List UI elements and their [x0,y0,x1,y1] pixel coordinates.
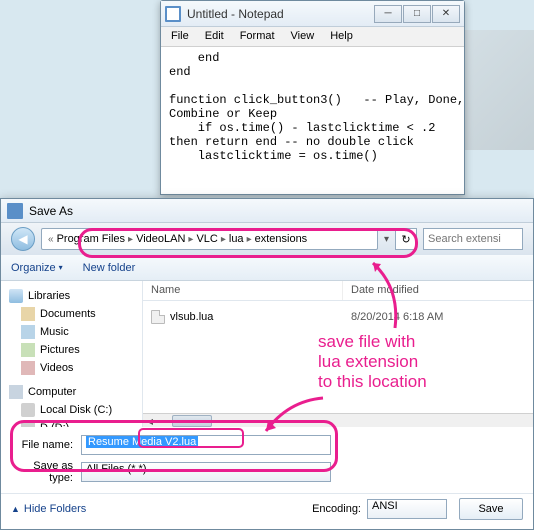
filename-input[interactable]: Resume Media V2.lua [81,435,331,455]
notepad-titlebar[interactable]: Untitled - Notepad ─ □ ✕ [161,1,464,27]
menu-format[interactable]: Format [232,27,283,46]
tree-d[interactable]: D (D:) [5,419,138,427]
save-fields: File name: Resume Media V2.lua Save as t… [1,427,533,493]
breadcrumb-item[interactable]: lua [229,233,244,245]
file-date: 8/20/2014 6:18 AM [343,308,533,326]
notepad-textarea[interactable]: end end function click_button3() -- Play… [161,47,464,196]
breadcrumb[interactable]: « Program Files ▸ VideoLAN ▸ VLC ▸ lua ▸… [41,228,378,250]
menu-view[interactable]: View [283,27,323,46]
saveastype-label: Save as type: [11,460,81,484]
saveas-title: Save As [29,204,73,218]
menu-file[interactable]: File [163,27,197,46]
close-button[interactable]: ✕ [432,5,460,23]
tree-documents[interactable]: Documents [5,305,138,323]
saveas-toolbar: Organize ▾ New folder [1,255,533,281]
notepad-title: Untitled - Notepad [187,7,374,21]
disk-icon [21,421,35,427]
breadcrumb-item[interactable]: Program Files [57,233,125,245]
music-icon [21,325,35,339]
breadcrumb-item[interactable]: VLC [196,233,217,245]
refresh-button[interactable]: ↻ [395,228,417,250]
nav-back-button[interactable]: ◀ [11,227,35,251]
hide-folders-button[interactable]: ▲ Hide Folders [11,503,86,515]
libraries-icon [9,289,23,303]
col-date[interactable]: Date modified [343,281,533,300]
menu-help[interactable]: Help [322,27,361,46]
list-header: Name Date modified [143,281,533,301]
file-name: vlsub.lua [170,311,213,323]
list-item[interactable]: vlsub.lua 8/20/2014 6:18 AM [143,305,533,329]
search-input[interactable] [423,228,523,250]
notepad-icon [165,6,181,22]
annotation-text: save file with lua extension to this loc… [318,332,427,392]
col-name[interactable]: Name [143,281,343,300]
disk-icon [21,403,35,417]
tree-pictures[interactable]: Pictures [5,341,138,359]
filename-label: File name: [11,439,81,451]
saveas-titlebar[interactable]: Save As [1,199,533,223]
menu-edit[interactable]: Edit [197,27,232,46]
encoding-label: Encoding: [312,503,361,515]
navigation-bar: ◀ « Program Files ▸ VideoLAN ▸ VLC ▸ lua… [1,223,533,255]
computer-icon [9,385,23,399]
file-icon [151,310,165,324]
newfolder-button[interactable]: New folder [83,262,136,274]
videos-icon [21,361,35,375]
saveas-dialog: Save As ◀ « Program Files ▸ VideoLAN ▸ V… [0,198,534,530]
notepad-window: Untitled - Notepad ─ □ ✕ File Edit Forma… [160,0,465,195]
tree-local-c[interactable]: Local Disk (C:) [5,401,138,419]
saveas-footer: ▲ Hide Folders Encoding: ANSI Save [1,493,533,528]
tree-libraries[interactable]: Libraries [5,287,138,305]
horizontal-scrollbar[interactable]: ◀ [143,413,533,427]
tree-music[interactable]: Music [5,323,138,341]
encoding-select[interactable]: ANSI [367,499,447,519]
saveas-icon [7,203,23,219]
notepad-menubar: File Edit Format View Help [161,27,464,47]
pictures-icon [21,343,35,357]
tree-videos[interactable]: Videos [5,359,138,377]
organize-button[interactable]: Organize ▾ [11,262,63,274]
breadcrumb-item[interactable]: VideoLAN [136,233,185,245]
maximize-button[interactable]: □ [403,5,431,23]
breadcrumb-item[interactable]: extensions [255,233,308,245]
nav-tree: Libraries Documents Music Pictures Video… [1,281,143,427]
saveastype-select[interactable]: All Files (*.*) [81,462,331,482]
minimize-button[interactable]: ─ [374,5,402,23]
tree-computer[interactable]: Computer [5,383,138,401]
documents-icon [21,307,35,321]
save-button[interactable]: Save [459,498,523,520]
